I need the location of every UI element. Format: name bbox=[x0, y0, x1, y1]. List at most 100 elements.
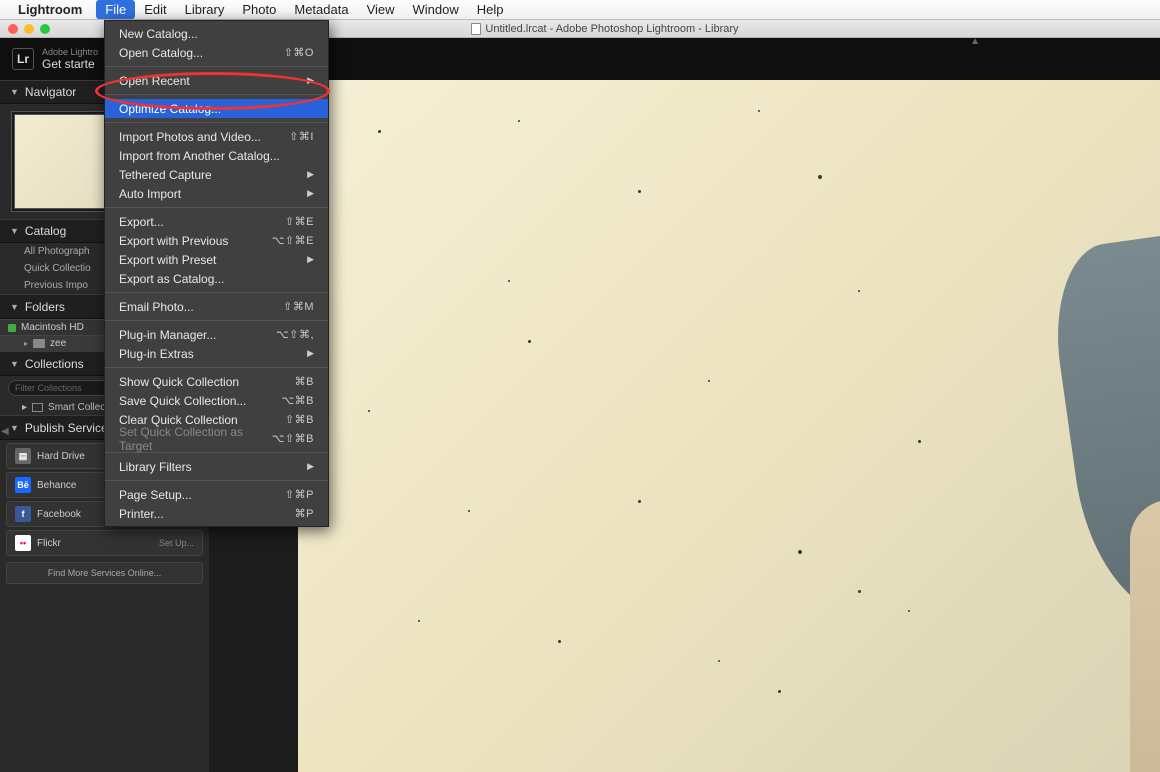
menu-library[interactable]: Library bbox=[176, 0, 234, 19]
zoom-button[interactable] bbox=[40, 24, 50, 34]
find-more-services-button[interactable]: Find More Services Online... bbox=[6, 562, 203, 584]
menu-item-label: Export with Preset bbox=[119, 253, 216, 267]
menu-separator bbox=[105, 367, 328, 368]
disclosure-triangle-icon: ▸ bbox=[24, 339, 28, 348]
menu-separator bbox=[105, 66, 328, 67]
menu-item: Set Quick Collection as Target⌥⇧⌘B bbox=[105, 429, 328, 448]
menu-item-label: Export with Previous bbox=[119, 234, 228, 248]
shortcut-label: ⌥⇧⌘B bbox=[272, 432, 314, 445]
app-name[interactable]: Lightroom bbox=[18, 2, 82, 17]
submenu-arrow-icon: ▶ bbox=[307, 461, 314, 472]
menu-item[interactable]: Printer...⌘P bbox=[105, 504, 328, 523]
menu-item-label: Page Setup... bbox=[119, 488, 192, 502]
service-name: Hard Drive bbox=[37, 451, 85, 462]
menu-window[interactable]: Window bbox=[404, 0, 468, 19]
menu-item-label: Open Recent bbox=[119, 74, 190, 88]
folder-sub-label: zee bbox=[50, 338, 66, 349]
menu-separator bbox=[105, 94, 328, 95]
menu-item[interactable]: Show Quick Collection⌘B bbox=[105, 372, 328, 391]
menu-edit[interactable]: Edit bbox=[135, 0, 175, 19]
menu-separator bbox=[105, 320, 328, 321]
menu-item[interactable]: Auto Import▶ bbox=[105, 184, 328, 203]
menu-item-label: Import from Another Catalog... bbox=[119, 149, 280, 163]
header-line2: Get starte bbox=[42, 57, 98, 71]
menu-item[interactable]: Export with Preset ▶ bbox=[105, 250, 328, 269]
menu-separator bbox=[105, 122, 328, 123]
filter-placeholder: Filter Collections bbox=[15, 383, 82, 393]
menu-item-label: Optimize Catalog... bbox=[119, 102, 221, 116]
panel-collapse-icon[interactable]: ◀ bbox=[1, 426, 9, 437]
shortcut-label: ⌘P bbox=[295, 507, 314, 520]
service-name: Flickr bbox=[37, 538, 61, 549]
shortcut-label: ⌥⌘B bbox=[281, 394, 314, 407]
menu-item[interactable]: Export as Catalog... bbox=[105, 269, 328, 288]
menu-item-label: Export... bbox=[119, 215, 164, 229]
folder-icon bbox=[33, 339, 45, 348]
publish-service-row[interactable]: •• Flickr Set Up... bbox=[6, 530, 203, 556]
menu-item-label: Plug-in Extras bbox=[119, 347, 194, 361]
menu-item[interactable]: Export... ⇧⌘E bbox=[105, 212, 328, 231]
menu-item[interactable]: Open Catalog...⇧⌘O bbox=[105, 43, 328, 62]
disclosure-triangle-icon: ▼ bbox=[10, 87, 19, 97]
document-icon bbox=[471, 23, 481, 35]
close-button[interactable] bbox=[8, 24, 18, 34]
service-setup-link[interactable]: Set Up... bbox=[159, 538, 194, 548]
collapse-arrow-icon[interactable]: ▲ bbox=[970, 36, 980, 47]
menu-item[interactable]: Page Setup... ⇧⌘P bbox=[105, 485, 328, 504]
menu-item-label: Plug-in Manager... bbox=[119, 328, 216, 342]
menu-view[interactable]: View bbox=[358, 0, 404, 19]
submenu-arrow-icon: ▶ bbox=[307, 254, 314, 265]
menu-help[interactable]: Help bbox=[468, 0, 513, 19]
shortcut-label: ⇧⌘M bbox=[283, 300, 314, 313]
minimize-button[interactable] bbox=[24, 24, 34, 34]
macos-menubar: Lightroom File Edit Library Photo Metada… bbox=[0, 0, 1160, 20]
service-name: Facebook bbox=[37, 509, 81, 520]
disclosure-triangle-icon: ▼ bbox=[10, 359, 19, 369]
menu-item[interactable]: Open Recent▶ bbox=[105, 71, 328, 90]
menu-file[interactable]: File bbox=[96, 0, 135, 19]
menu-photo[interactable]: Photo bbox=[233, 0, 285, 19]
traffic-lights bbox=[0, 24, 50, 34]
menu-separator bbox=[105, 292, 328, 293]
shortcut-label: ⌥⇧⌘, bbox=[276, 328, 314, 341]
service-icon: •• bbox=[15, 535, 31, 551]
menu-item[interactable]: Export with Previous⌥⇧⌘E bbox=[105, 231, 328, 250]
menu-item[interactable]: Save Quick Collection... ⌥⌘B bbox=[105, 391, 328, 410]
submenu-arrow-icon: ▶ bbox=[307, 169, 314, 180]
menu-item[interactable]: Tethered Capture▶ bbox=[105, 165, 328, 184]
folder-drive-label: Macintosh HD bbox=[21, 322, 84, 333]
disclosure-triangle-icon: ▸ bbox=[22, 402, 27, 413]
service-icon: Bē bbox=[15, 477, 31, 493]
shortcut-label: ⌘B bbox=[295, 375, 314, 388]
menu-item-label: Email Photo... bbox=[119, 300, 194, 314]
submenu-arrow-icon: ▶ bbox=[307, 348, 314, 359]
menu-metadata[interactable]: Metadata bbox=[285, 0, 357, 19]
header-line1: Adobe Lightro bbox=[42, 47, 98, 57]
menu-item[interactable]: Email Photo... ⇧⌘M bbox=[105, 297, 328, 316]
menu-item[interactable]: Import from Another Catalog... bbox=[105, 146, 328, 165]
navigator-title: Navigator bbox=[25, 85, 76, 99]
disclosure-triangle-icon: ▼ bbox=[10, 226, 19, 236]
shortcut-label: ⇧⌘P bbox=[285, 488, 314, 501]
smart-collection-icon bbox=[32, 403, 43, 412]
menu-separator bbox=[105, 207, 328, 208]
submenu-arrow-icon: ▶ bbox=[307, 188, 314, 199]
menu-item[interactable]: Plug-in Manager... ⌥⇧⌘, bbox=[105, 325, 328, 344]
catalog-title: Catalog bbox=[25, 224, 66, 238]
menu-item[interactable]: Library Filters▶ bbox=[105, 457, 328, 476]
disclosure-triangle-icon: ▼ bbox=[10, 423, 19, 433]
lightroom-logo-icon: Lr bbox=[12, 48, 34, 70]
menu-item[interactable]: Plug-in Extras ▶ bbox=[105, 344, 328, 363]
collections-title: Collections bbox=[25, 357, 84, 371]
menu-item[interactable]: Import Photos and Video...⇧⌘I bbox=[105, 127, 328, 146]
drive-status-icon bbox=[8, 324, 16, 332]
menu-item-label: Save Quick Collection... bbox=[119, 394, 246, 408]
menu-item[interactable]: New Catalog... bbox=[105, 24, 328, 43]
menu-item-label: Set Quick Collection as Target bbox=[119, 425, 272, 453]
shortcut-label: ⇧⌘B bbox=[285, 413, 314, 426]
main-image-view[interactable] bbox=[298, 80, 1160, 772]
service-icon: f bbox=[15, 506, 31, 522]
shortcut-label: ⇧⌘E bbox=[285, 215, 314, 228]
disclosure-triangle-icon: ▼ bbox=[10, 302, 19, 312]
menu-item[interactable]: Optimize Catalog... bbox=[105, 99, 328, 118]
